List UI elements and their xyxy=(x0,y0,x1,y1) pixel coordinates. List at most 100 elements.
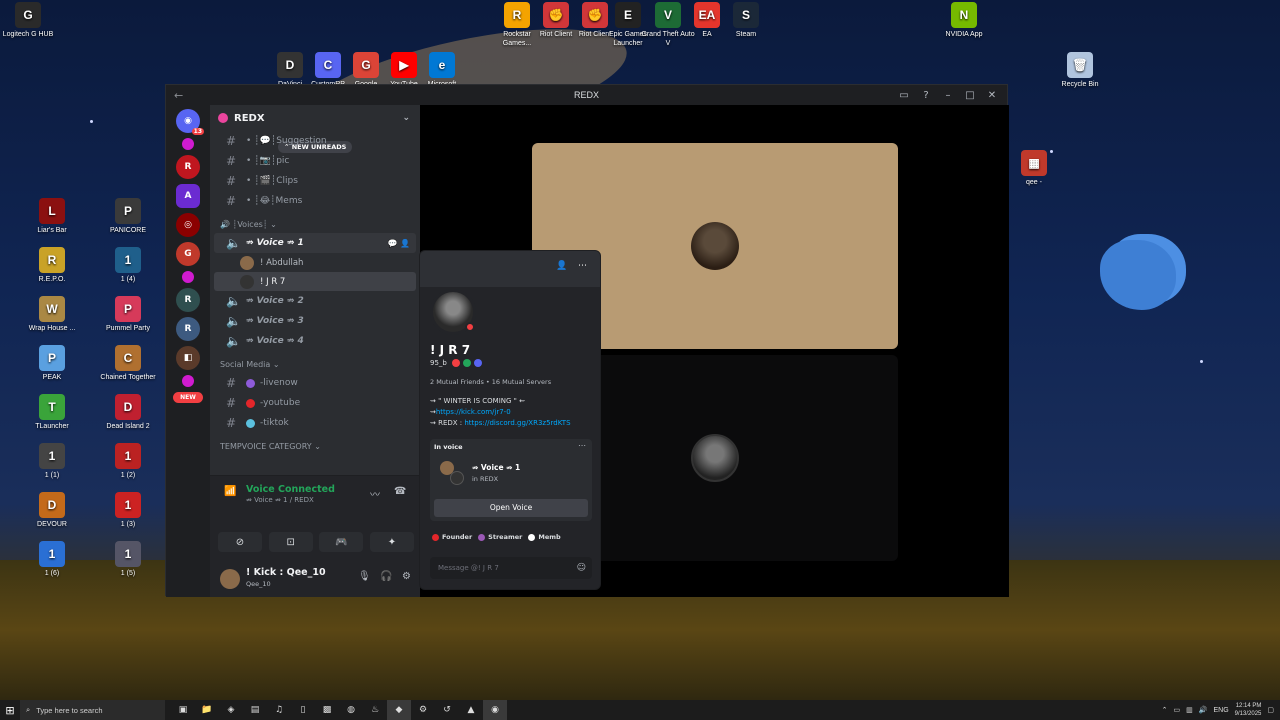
app-icon[interactable]: ▩ xyxy=(315,700,339,720)
close-button[interactable]: ✕ xyxy=(981,90,1003,101)
category-tempvoice[interactable]: TEMPVOICE CATEGORY ⌄ xyxy=(210,437,420,455)
soundboard-icon[interactable]: ✦ xyxy=(369,532,414,552)
task-view-icon[interactable]: ▣ xyxy=(171,700,195,720)
signal-icon[interactable]: 📶 xyxy=(224,486,236,497)
settings-icon[interactable]: ⚙ xyxy=(411,700,435,720)
headphones-icon[interactable]: 🎧 xyxy=(380,571,392,582)
desktop-icon[interactable]: 1 1 (5) xyxy=(100,541,156,578)
clock[interactable]: 12:14 PM 9/13/2025 xyxy=(1235,702,1262,718)
desktop-icon[interactable]: L Liar's Bar xyxy=(24,198,80,235)
channel-item[interactable]: # • ┊📷┊ pic xyxy=(214,151,416,171)
voice-status[interactable]: Voice Connected xyxy=(246,484,335,495)
voice-channel-item[interactable]: 🔈 ⇏ Voice ⇏ 4 xyxy=(214,331,416,351)
desktop-icon[interactable]: 1 1 (2) xyxy=(100,443,156,480)
server-icon[interactable]: G xyxy=(176,242,200,266)
user-name[interactable]: ! Kick : Qee_10 xyxy=(246,567,326,578)
app-icon[interactable]: ▤ xyxy=(243,700,267,720)
voice-channel-item[interactable]: 🔈 ⇏ Voice ⇏ 2 xyxy=(214,291,416,311)
chrome-icon[interactable]: ◍ xyxy=(339,700,363,720)
channel-item[interactable]: # • ┊🎬┊ Clips xyxy=(214,171,416,191)
more-icon[interactable]: ⋯ xyxy=(578,441,586,450)
emoji-icon[interactable]: ☺ xyxy=(577,557,586,579)
voice-channel-path[interactable]: ⇏ Voice ⇏ 1 / REDX xyxy=(246,496,314,504)
app-icon[interactable]: ◆ xyxy=(387,700,411,720)
desktop-icon[interactable]: 🗑 Recycle Bin xyxy=(1052,52,1108,89)
desktop-icon[interactable]: P Pummel Party xyxy=(100,296,156,333)
help-icon[interactable]: ? xyxy=(915,90,937,101)
home-discord-icon[interactable]: ◉ 13 xyxy=(176,109,204,135)
profile-display-name[interactable]: ! J R 7 xyxy=(430,343,470,357)
chevron-down-icon[interactable]: ⌄ xyxy=(402,113,410,123)
server-header[interactable]: REDX ⌄ xyxy=(210,105,420,131)
server-icon[interactable]: A xyxy=(176,184,200,208)
desktop-icon[interactable]: 1 1 (3) xyxy=(100,492,156,529)
server-icon[interactable]: ◧ xyxy=(176,346,200,370)
start-button[interactable]: ⊞ xyxy=(0,704,20,717)
message-input[interactable]: Message @! J R 7 ☺ xyxy=(430,557,592,579)
voice-user[interactable]: ! J R 7 xyxy=(214,272,416,291)
shield-icon[interactable]: ◈ xyxy=(219,700,243,720)
role-pill[interactable]: Memb xyxy=(528,533,561,541)
display-icon[interactable]: ▭ xyxy=(1174,706,1181,714)
language-indicator[interactable]: ENG xyxy=(1214,707,1229,714)
screen-share-icon[interactable]: ⊡ xyxy=(268,532,313,552)
avatar[interactable] xyxy=(220,569,240,589)
role-pill[interactable]: Founder xyxy=(432,533,472,541)
steam-icon[interactable]: ♨ xyxy=(363,700,387,720)
notifications-icon[interactable]: ▢ xyxy=(1267,706,1274,714)
channel-item[interactable]: # -livenow xyxy=(214,373,416,393)
desktop-icon[interactable]: P PEAK xyxy=(24,345,80,382)
profile-username[interactable]: 95_b xyxy=(430,359,447,367)
volume-icon[interactable]: 🔊 xyxy=(1199,706,1208,714)
chevron-up-icon[interactable]: ⌃ xyxy=(1162,706,1168,714)
desktop-icon[interactable]: S Steam xyxy=(718,2,774,39)
spotify-icon[interactable]: ♫ xyxy=(267,700,291,720)
taskbar-search[interactable]: ⌕ Type here to search xyxy=(20,700,165,720)
channel-item[interactable]: # -youtube xyxy=(214,393,416,413)
server-icon[interactable]: R xyxy=(176,317,200,341)
app-icon[interactable]: ▲ xyxy=(459,700,483,720)
kick-link[interactable]: https://kick.com/jr7-0 xyxy=(436,408,511,416)
maximize-button[interactable]: □ xyxy=(959,90,981,101)
more-icon[interactable]: ⋯ xyxy=(578,261,587,271)
desktop-icon[interactable]: T TLauncher xyxy=(24,394,80,431)
server-icon[interactable]: R xyxy=(176,288,200,312)
voice-user[interactable]: ! Abdullah xyxy=(214,253,416,272)
desktop-icon[interactable]: 1 1 (1) xyxy=(24,443,80,480)
profile-avatar[interactable] xyxy=(430,289,476,335)
desktop-icon[interactable]: R R.E.P.O. xyxy=(24,247,80,284)
network-icon[interactable]: ▥ xyxy=(1186,706,1193,714)
desktop-icon[interactable]: 1 1 (4) xyxy=(100,247,156,284)
desktop-icon[interactable]: N NVIDIA App xyxy=(936,2,992,39)
inbox-icon[interactable]: ▭ xyxy=(893,90,915,101)
new-unreads-pill[interactable]: NEW xyxy=(173,392,203,403)
server-icon[interactable]: R xyxy=(176,155,200,179)
category-voices[interactable]: 🔊 ┊ Voices ┊ ⌄ xyxy=(210,215,420,233)
server-icon[interactable] xyxy=(182,271,194,283)
desktop-icon[interactable]: W Wrap House ... xyxy=(24,296,80,333)
discord-invite-link[interactable]: https://discord.gg/XR3z5rdKTS xyxy=(464,419,570,427)
file-icon[interactable]: ▯ xyxy=(291,700,315,720)
microphone-icon[interactable]: 🎙 xyxy=(358,571,371,582)
desktop-icon[interactable]: G Logitech G HUB xyxy=(0,2,56,39)
discord-icon[interactable]: ◉ xyxy=(483,700,507,720)
voice-channel-item[interactable]: 🔈 ⇏ Voice ⇏ 1 💬 👤 xyxy=(214,233,416,253)
desktop-icon[interactable]: C Chained Together xyxy=(100,345,156,382)
channel-item[interactable]: # • ┊💬┊ Suggestion xyxy=(214,131,416,151)
desktop-icon[interactable]: P PANICORE xyxy=(100,198,156,235)
noise-suppression-icon[interactable]: 〰 xyxy=(370,486,380,501)
app-icon[interactable]: ↺ xyxy=(435,700,459,720)
role-pill[interactable]: Streamer xyxy=(478,533,522,541)
file-explorer-icon[interactable]: 📁 xyxy=(195,700,219,720)
minimize-button[interactable]: – xyxy=(937,90,959,101)
disconnect-icon[interactable]: ☎ xyxy=(394,486,406,497)
server-icon-redx[interactable]: ◎ xyxy=(176,213,200,237)
gear-icon[interactable]: ⚙ xyxy=(402,571,411,582)
desktop-icon[interactable]: ▦ qee - xyxy=(1006,150,1062,187)
channel-item[interactable]: # • ┊😂┊ Mems xyxy=(214,191,416,211)
mutuals[interactable]: 2 Mutual Friends • 16 Mutual Servers xyxy=(430,378,551,386)
desktop-icon[interactable]: D DEVOUR xyxy=(24,492,80,529)
desktop-icon[interactable]: D Dead Island 2 xyxy=(100,394,156,431)
category-social[interactable]: Social Media ⌄ xyxy=(210,355,420,373)
channel-item[interactable]: # -tiktok xyxy=(214,413,416,433)
